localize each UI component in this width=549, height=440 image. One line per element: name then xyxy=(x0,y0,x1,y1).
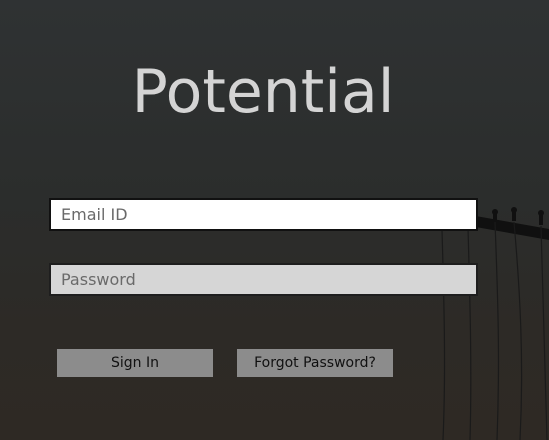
password-field[interactable] xyxy=(49,263,478,296)
app-title: Potential xyxy=(131,57,395,127)
forgot-password-button[interactable]: Forgot Password? xyxy=(237,349,393,377)
sign-in-button[interactable]: Sign In xyxy=(57,349,213,377)
email-field[interactable] xyxy=(49,198,478,231)
